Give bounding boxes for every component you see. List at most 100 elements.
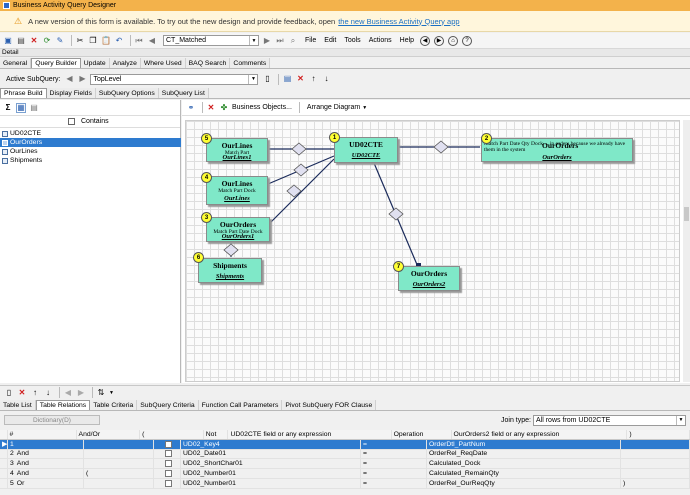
sort-icon[interactable]: ⇅ xyxy=(96,388,106,398)
nav-next-icon[interactable]: ▶ xyxy=(76,388,86,398)
open-paren-cell[interactable] xyxy=(84,449,154,459)
open-paren-cell[interactable] xyxy=(84,478,154,488)
open-paren-cell[interactable] xyxy=(84,459,154,469)
tab-subquery-criteria[interactable]: SubQuery Criteria xyxy=(137,400,199,410)
tab-pivot-subquery[interactable]: Pivot SubQuery FOR Clause xyxy=(282,400,377,410)
table-node-ourorders1[interactable]: OurOrders Match Part Date Dock OurOrders… xyxy=(206,217,270,242)
right-field-cell[interactable]: Calculated_Dock xyxy=(427,459,621,469)
dictionary-button[interactable]: Dictionary(D) xyxy=(4,415,100,425)
close-paren-cell[interactable] xyxy=(621,449,690,459)
table-node-ourorders[interactable]: OurOrders Match Part Date Qty Dock ... i… xyxy=(481,138,633,162)
operation-cell[interactable]: = xyxy=(361,478,427,488)
row-number-cell[interactable]: 4 And xyxy=(8,469,84,478)
back-icon[interactable]: ◀ xyxy=(420,35,431,46)
move-down-icon[interactable]: ↓ xyxy=(43,388,53,398)
grid-header[interactable]: UD02CTE field or any expression xyxy=(228,430,392,439)
table-item-ourorders[interactable]: OurOrders xyxy=(0,138,181,147)
save-icon[interactable]: ▣ xyxy=(3,36,13,46)
table-node-ourorders2[interactable]: OurOrders OurOrders2 xyxy=(398,266,460,291)
refresh-icon[interactable]: ⟳ xyxy=(42,36,52,46)
tab-query-builder[interactable]: Query Builder xyxy=(31,58,81,68)
not-cell[interactable] xyxy=(154,439,181,449)
operation-cell[interactable]: = xyxy=(361,459,427,469)
table-item-ud02cte[interactable]: UD02CTE xyxy=(0,129,181,138)
forward-icon[interactable]: ▶ xyxy=(434,35,445,46)
paste-icon[interactable]: 📋 xyxy=(101,36,111,46)
chevron-down-icon[interactable]: ▼ xyxy=(676,415,685,425)
delete-table-icon[interactable]: ✕ xyxy=(206,103,216,113)
operation-cell[interactable]: = xyxy=(361,439,427,449)
search-icon[interactable]: ⌕ xyxy=(288,36,298,46)
table-node-shipments[interactable]: Shipments Shipments xyxy=(198,258,262,283)
tab-function-call-parameters[interactable]: Function Call Parameters xyxy=(198,400,283,410)
tab-subquery-list[interactable]: SubQuery List xyxy=(158,88,209,98)
menu-file[interactable]: File xyxy=(305,37,316,44)
right-field-cell[interactable]: OrderDtl_PartNum xyxy=(427,439,621,449)
help-icon[interactable]: ? xyxy=(462,35,473,46)
new-app-link[interactable]: the new Business Activity Query app xyxy=(338,17,459,26)
next-subquery-icon[interactable]: ▶ xyxy=(77,74,87,84)
arrange-diagram-button[interactable]: Arrange Diagram xyxy=(307,104,360,111)
tab-table-list[interactable]: Table List xyxy=(0,400,36,410)
prev-subquery-icon[interactable]: ◀ xyxy=(64,74,74,84)
cut-icon[interactable]: ✂ xyxy=(75,36,85,46)
right-field-cell[interactable]: OrderRel_ReqDate xyxy=(427,449,621,459)
not-cell[interactable] xyxy=(154,459,181,469)
menu-tools[interactable]: Tools xyxy=(344,37,360,44)
tab-baq-search[interactable]: BAQ Search xyxy=(185,58,231,68)
diagram-canvas[interactable]: OurLines Match Part OurLines1 5 UD02CTE … xyxy=(185,120,680,382)
not-checkbox[interactable] xyxy=(165,440,172,448)
row-number-cell[interactable]: 3 And xyxy=(8,459,84,469)
grid-header[interactable]: # xyxy=(8,430,77,439)
chevron-down-icon[interactable]: ▼ xyxy=(249,36,258,45)
tab-table-criteria[interactable]: Table Criteria xyxy=(90,400,138,410)
not-cell[interactable] xyxy=(154,449,181,459)
open-paren-cell[interactable]: ( xyxy=(84,469,154,478)
table-row[interactable]: ▶ 1 UD02_Key4 = OrderDtl_PartNum xyxy=(0,439,690,450)
grid-header[interactable]: OurOrders2 field or any expression xyxy=(452,430,628,439)
tab-display-fields[interactable]: Display Fields xyxy=(46,88,96,98)
table-row[interactable]: 5 Or UD02_Number01 = OrderRel_OurReqQty) xyxy=(0,478,690,489)
operation-cell[interactable]: = xyxy=(361,469,427,478)
left-field-cell[interactable]: UD02_Date01 xyxy=(181,449,361,459)
menu-actions[interactable]: Actions xyxy=(369,37,392,44)
query-id-combo[interactable]: CT_Matched ▼ xyxy=(163,35,259,46)
home-icon[interactable]: ⌂ xyxy=(448,35,459,46)
tab-phrase-build[interactable]: Phrase Build xyxy=(0,88,47,98)
table-row[interactable]: 3 And UD02_ShortChar01 = Calculated_Dock xyxy=(0,459,690,470)
business-objects-icon[interactable]: ✤ xyxy=(219,103,229,113)
tab-general[interactable]: General xyxy=(0,58,32,68)
left-field-cell[interactable]: UD02_ShortChar01 xyxy=(181,459,361,469)
grid-header[interactable]: ) xyxy=(627,430,690,439)
left-field-cell[interactable]: UD02_Number01 xyxy=(181,469,361,478)
table-node-ud02cte[interactable]: UD02CTE UD02CTE xyxy=(334,137,398,163)
list-view-icon[interactable]: ▤ xyxy=(29,103,39,113)
new-relation-icon[interactable]: ▯ xyxy=(4,388,14,398)
grid-header[interactable]: And/Or xyxy=(77,430,141,439)
table-row[interactable]: 2 And UD02_Date01 = OrderRel_ReqDate xyxy=(0,449,690,460)
grid-header[interactable]: ( xyxy=(140,430,204,439)
row-number-cell[interactable]: 2 And xyxy=(8,449,84,459)
table-item-shipments[interactable]: Shipments xyxy=(0,156,181,165)
not-checkbox[interactable] xyxy=(165,470,172,478)
close-paren-cell[interactable]: ) xyxy=(621,478,690,488)
move-up-icon[interactable]: ↑ xyxy=(308,74,318,84)
next-record-icon[interactable]: ▶ xyxy=(262,36,272,46)
link-icon[interactable]: ⚭ xyxy=(186,103,196,113)
grid-header[interactable]: Operation xyxy=(392,430,452,439)
active-subquery-combo[interactable]: TopLevel ▼ xyxy=(90,73,259,85)
grid-header[interactable]: Not xyxy=(204,430,229,439)
last-record-icon[interactable]: ⏭ xyxy=(275,36,285,46)
first-record-icon[interactable]: ⏮ xyxy=(134,36,144,46)
right-field-cell[interactable]: Calculated_RemainQty xyxy=(427,469,621,478)
chevron-down-icon[interactable]: ▼ xyxy=(248,74,257,84)
delete-icon[interactable]: ✕ xyxy=(29,36,39,46)
chevron-down-icon[interactable]: ▼ xyxy=(362,105,367,111)
table-row[interactable]: 4 And( UD02_Number01 = Calculated_RemainQty xyxy=(0,469,690,479)
left-field-cell[interactable]: UD02_Key4 xyxy=(181,439,361,449)
diagram-vertical-scrollbar[interactable] xyxy=(683,120,690,382)
row-number-cell[interactable]: 1 xyxy=(8,439,84,449)
contains-checkbox[interactable] xyxy=(68,118,75,125)
move-up-icon[interactable]: ↑ xyxy=(30,388,40,398)
scrollbar-thumb[interactable] xyxy=(684,207,689,221)
